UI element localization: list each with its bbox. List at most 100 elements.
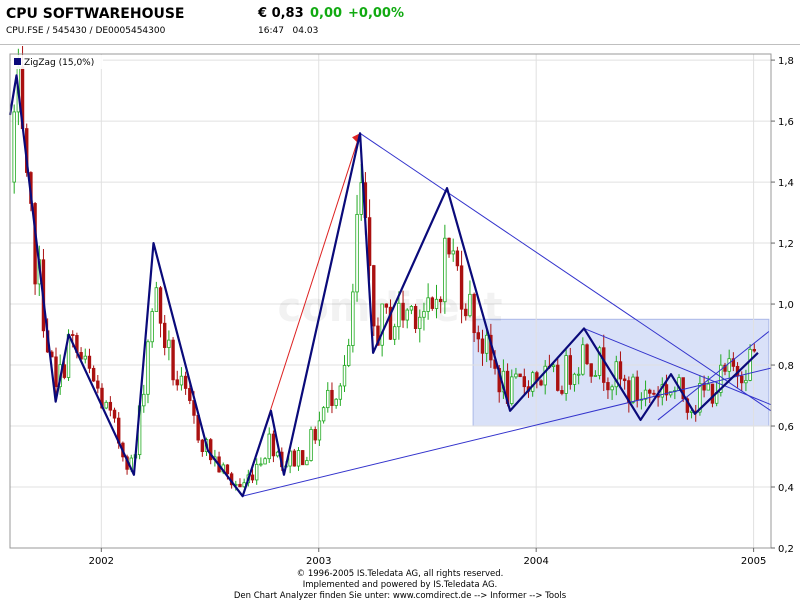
quote-date: 04.03 [292, 26, 319, 36]
candle-body [443, 237, 447, 303]
candle-body [300, 450, 305, 466]
candle-body [380, 303, 384, 346]
candle-body [568, 355, 572, 385]
candle-body [480, 338, 485, 354]
candle-body [434, 298, 439, 309]
quote-time: 16:47 [258, 26, 284, 36]
candle-body [188, 388, 192, 401]
candle-body [313, 429, 317, 441]
candle-body [551, 364, 556, 368]
candle-body [438, 298, 443, 303]
candle-body [635, 376, 639, 401]
candle-body [602, 347, 606, 383]
candle-body [451, 250, 455, 255]
candle-body [539, 380, 543, 386]
candle-body [618, 361, 623, 380]
candle-body [593, 375, 598, 377]
candle-body [397, 302, 401, 328]
y-tick-label: 1,2 [778, 239, 794, 250]
candle-body [401, 302, 405, 321]
candle-body [263, 458, 267, 465]
y-tick-label: 1,8 [778, 56, 794, 67]
candle-body [422, 311, 426, 318]
candle-body [154, 287, 159, 312]
candle-body [334, 398, 338, 406]
legend-swatch [14, 58, 21, 65]
candle-body [351, 291, 355, 346]
candle-body [317, 420, 322, 441]
candle-body [250, 474, 255, 481]
candle-body [430, 297, 435, 309]
candle-body [405, 309, 409, 321]
y-tick-label: 0,2 [778, 544, 794, 555]
candle-body [83, 355, 87, 360]
candle-body [54, 356, 58, 388]
candle-body [522, 376, 527, 388]
candle-body [254, 463, 259, 481]
candle-body [355, 214, 359, 293]
candle-body [225, 464, 230, 475]
candle-body [459, 265, 464, 310]
y-tick-label: 0,4 [778, 483, 794, 494]
x-tick-label: 2005 [741, 556, 766, 567]
x-tick-label: 2002 [89, 556, 114, 567]
candle-body [305, 460, 309, 466]
price-change-percent: +0,00% [348, 6, 404, 21]
security-title: CPU SOFTWAREHOUSE [6, 6, 185, 22]
candle-body [292, 450, 297, 467]
candle-body [648, 389, 652, 394]
candle-body [146, 341, 150, 395]
candle-body [238, 483, 242, 488]
candle-body [514, 373, 518, 378]
candle-body [622, 378, 627, 382]
candle-body [744, 379, 748, 384]
candle-body [330, 389, 334, 406]
quote-header: CPU SOFTWAREHOUSE CPU.FSE / 545430 / DE0… [0, 0, 800, 44]
price-chart: comdirectZigZag (15,0%)0,20,40,60,81,01,… [8, 46, 794, 567]
candle-body [384, 303, 389, 308]
candle-body [631, 376, 635, 403]
candle-body [476, 332, 481, 340]
candle-body [727, 358, 731, 372]
candle-body [589, 363, 593, 377]
candle-body [142, 393, 146, 407]
candle-body [413, 305, 418, 330]
candle-body [447, 237, 451, 255]
candle-body [484, 334, 489, 354]
candle-body [576, 373, 581, 376]
powered-by-text: Implemented and powered by IS.Teledata A… [302, 580, 498, 590]
y-tick-label: 1,6 [778, 117, 794, 128]
candle-body [326, 389, 330, 409]
candle-body [468, 293, 472, 317]
candle-body [610, 386, 614, 391]
price-change-absolute: 0,00 [310, 6, 343, 21]
footer: © 1996-2005 IS.Teledata AG, all rights r… [0, 569, 800, 602]
candle-body [367, 217, 372, 266]
candle-body [338, 385, 343, 400]
candle-body [472, 293, 476, 334]
y-tick-label: 0,6 [778, 422, 794, 433]
candle-body [259, 463, 263, 466]
candle-body [426, 297, 430, 312]
candle-body [560, 390, 564, 394]
candle-body [167, 339, 171, 348]
candle-body [652, 392, 656, 395]
y-tick-label: 1,0 [778, 300, 794, 311]
security-identifiers: CPU.FSE / 545430 / DE0005454300 [6, 26, 166, 36]
candle-body [464, 308, 468, 317]
candle-body [179, 375, 184, 386]
candle-body [321, 407, 326, 422]
candle-body [112, 409, 117, 419]
candle-body [510, 376, 514, 404]
candle-body [418, 316, 422, 330]
copyright-text: © 1996-2005 IS.Teledata AG, all rights r… [296, 569, 504, 579]
candle-body [392, 326, 397, 340]
candle-body [409, 305, 414, 311]
candle-body [342, 365, 347, 387]
candle-body [200, 439, 205, 452]
candle-body [163, 322, 167, 348]
candle-body [585, 344, 589, 365]
candle-body [87, 355, 92, 369]
candle-body [752, 348, 756, 352]
candle-body [104, 401, 108, 409]
